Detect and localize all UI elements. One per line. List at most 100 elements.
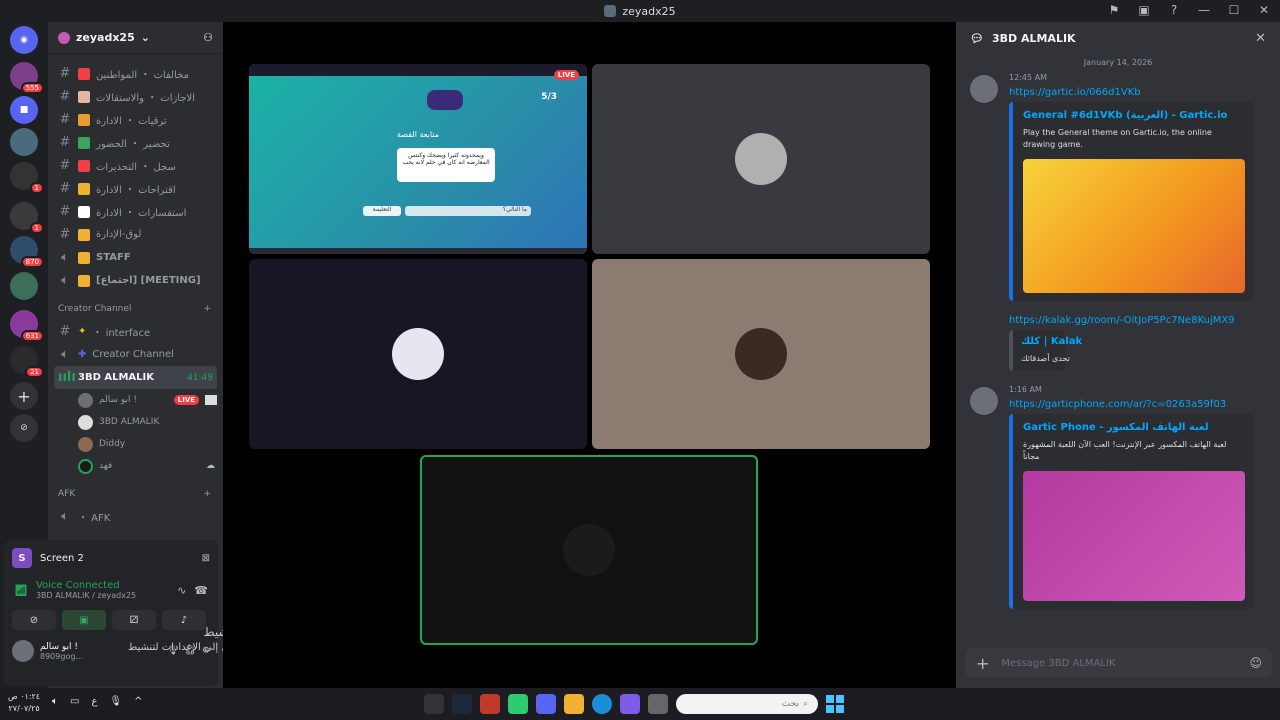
popout-icon[interactable]: ▣	[1136, 2, 1152, 18]
message-link[interactable]: https://garticphone.com/ar/?c=0263a59f03	[1009, 399, 1254, 410]
volume-icon[interactable]: 🔈︎	[52, 696, 58, 707]
voice-member[interactable]: فهد ☁	[48, 455, 223, 477]
taskbar-search[interactable]: بحث ⌕	[676, 694, 818, 714]
folder-icon[interactable]: ■	[10, 96, 38, 124]
emoji-icon[interactable]: ☺	[1249, 656, 1262, 670]
close-icon[interactable]: ✕	[1255, 31, 1266, 46]
discord-home-icon[interactable]: ◉	[10, 26, 38, 54]
steam-icon[interactable]	[452, 694, 472, 714]
channel-item[interactable]: # اقتراحات ・ الادارة	[48, 177, 223, 200]
participant-tile[interactable]	[592, 259, 930, 449]
server-icon[interactable]	[10, 272, 38, 300]
hash-icon: #	[59, 66, 71, 81]
message-input[interactable]: + Message 3BD ALMALIK ☺	[966, 648, 1272, 678]
message-link[interactable]: https://gartic.io/066d1VKb	[1009, 87, 1254, 98]
avatar	[78, 414, 93, 430]
game-screen: LIVE 5/3 متابعة القصة ويمحدونه كثيرا ويض…	[249, 64, 587, 254]
embed-title[interactable]: كلك | Kalak	[1021, 336, 1082, 347]
copilot-icon[interactable]	[620, 694, 640, 714]
app-icon[interactable]	[508, 694, 528, 714]
channel-item[interactable]: # تحضير ・ الحضور	[48, 131, 223, 154]
server-icon[interactable]: 870	[10, 236, 44, 268]
window-controls: ⚑ ▣ ? — ☐ ✕	[1106, 2, 1272, 18]
message-link[interactable]: https://kalak.gg/room/-OitJoP5Pc7Ne8KujM…	[1009, 315, 1254, 326]
disconnect-icon[interactable]: ☎	[194, 584, 208, 597]
channel-afk[interactable]: 🔈︎ ・ AFK	[48, 505, 223, 528]
help-icon[interactable]: ?	[1166, 2, 1182, 18]
category-creator[interactable]: Creator Channel +	[48, 298, 223, 320]
avatar	[563, 524, 615, 576]
server-icon[interactable]: 1	[10, 202, 44, 234]
channel-item[interactable]: # استفسارات ・ الادارة	[48, 200, 223, 223]
add-channel-icon[interactable]: +	[203, 489, 211, 499]
channel-item[interactable]: 🔈︎ STAFF	[48, 246, 223, 269]
channel-item[interactable]: # لوق-الإدارة	[48, 223, 223, 246]
chevron-up-icon[interactable]: ^	[134, 696, 142, 707]
screen-icon: S	[12, 548, 32, 568]
emoji-icon	[78, 67, 90, 80]
add-friend-icon[interactable]: ⚇	[203, 31, 213, 44]
attach-plus-icon[interactable]: +	[976, 654, 989, 673]
chat-header: 💬︎ 3BD ALMALIK ✕	[970, 30, 1266, 46]
channel-item[interactable]: # سجل ・ التحذيرات	[48, 154, 223, 177]
add-channel-icon[interactable]: +	[203, 304, 211, 314]
voice-member[interactable]: ابو سالم ! LIVE	[48, 389, 223, 411]
participant-tile-speaking[interactable]	[420, 455, 758, 645]
channel-item[interactable]: 🔈︎ [اجتماع] [MEETING]	[48, 269, 223, 292]
server-icon[interactable]: 555	[10, 62, 44, 94]
hash-icon: #	[59, 158, 71, 173]
channel-item[interactable]: # الاجازات ・ والاستقالات	[48, 85, 223, 108]
explore-icon[interactable]: ⊘	[10, 414, 38, 442]
inbox-icon[interactable]: ⚑	[1106, 2, 1122, 18]
avatar	[78, 458, 93, 474]
file-explorer-icon[interactable]	[564, 694, 584, 714]
server-icon[interactable]: 631	[10, 310, 44, 342]
stream-tile[interactable]: LIVE 5/3 متابعة القصة ويمحدونه كثيرا ويض…	[249, 64, 587, 254]
server-icon[interactable]: 21	[10, 346, 44, 378]
avatar[interactable]	[970, 75, 998, 103]
guild-header[interactable]: zeyadx25 ⌄ ⚇	[48, 22, 223, 54]
avatar[interactable]	[970, 387, 998, 415]
channel-item[interactable]: # مخالفات ・ المواطنين	[48, 62, 223, 85]
clock[interactable]: ٠١:٢٤ ص ٢٧/٠٧/٢٥	[8, 691, 40, 715]
task-view-icon[interactable]	[648, 694, 668, 714]
embed-title[interactable]: Gartic Phone - لعبة الهاتف المكسور	[1023, 422, 1244, 433]
participant-tile[interactable]	[249, 259, 587, 449]
microphone-icon[interactable]: 🎙︎	[109, 696, 122, 707]
gartic-io-image[interactable]	[1023, 159, 1245, 293]
stop-stream-icon[interactable]: ⊠	[202, 553, 210, 564]
hash-icon: #	[59, 204, 71, 219]
channel-item[interactable]: # ترقيات ・ الادارة	[48, 108, 223, 131]
guild-icon	[58, 31, 70, 44]
edge-icon[interactable]	[592, 694, 612, 714]
avatar[interactable]	[12, 640, 34, 662]
voice-channel-active[interactable]: ıılı 3BD ALMALIK 41:49	[54, 366, 217, 389]
network-icon[interactable]: ▭	[70, 696, 79, 707]
screen-share-button[interactable]: ▣	[62, 610, 106, 630]
embed-title[interactable]: General #6d1VKb (العربية) - Gartic.io	[1023, 110, 1244, 121]
gartic-phone-image[interactable]	[1023, 471, 1245, 601]
voice-member[interactable]: 3BD ALMALIK	[48, 411, 223, 433]
windows-start-icon[interactable]	[826, 695, 844, 713]
badge: 21	[25, 366, 44, 378]
app-icon[interactable]	[424, 694, 444, 714]
hash-icon: #	[59, 112, 71, 127]
discord-icon[interactable]	[536, 694, 556, 714]
minimize-icon[interactable]: —	[1196, 2, 1212, 18]
server-icon[interactable]	[10, 128, 38, 156]
channel-interface[interactable]: # ✦ ・ interface	[48, 320, 223, 343]
close-icon[interactable]: ✕	[1256, 2, 1272, 18]
noise-suppression-icon[interactable]: ∿	[177, 584, 186, 597]
add-server-icon[interactable]: +	[10, 382, 38, 410]
chat-message: 12:45 AM https://gartic.io/066d1VKb Gene…	[956, 73, 1280, 371]
voice-member[interactable]: Diddy	[48, 433, 223, 455]
channel-creator[interactable]: 🔈︎ ✚ Creator Channel	[48, 343, 223, 366]
maximize-icon[interactable]: ☐	[1226, 2, 1242, 18]
camera-button[interactable]: ⊘	[12, 610, 56, 630]
server-icon[interactable]: 1	[10, 162, 44, 194]
app-icon[interactable]	[480, 694, 500, 714]
participant-tile[interactable]	[592, 64, 930, 254]
gartic-phone-logo	[427, 90, 463, 110]
category-afk[interactable]: AFK +	[48, 483, 223, 505]
language-indicator[interactable]: ع	[91, 696, 97, 707]
